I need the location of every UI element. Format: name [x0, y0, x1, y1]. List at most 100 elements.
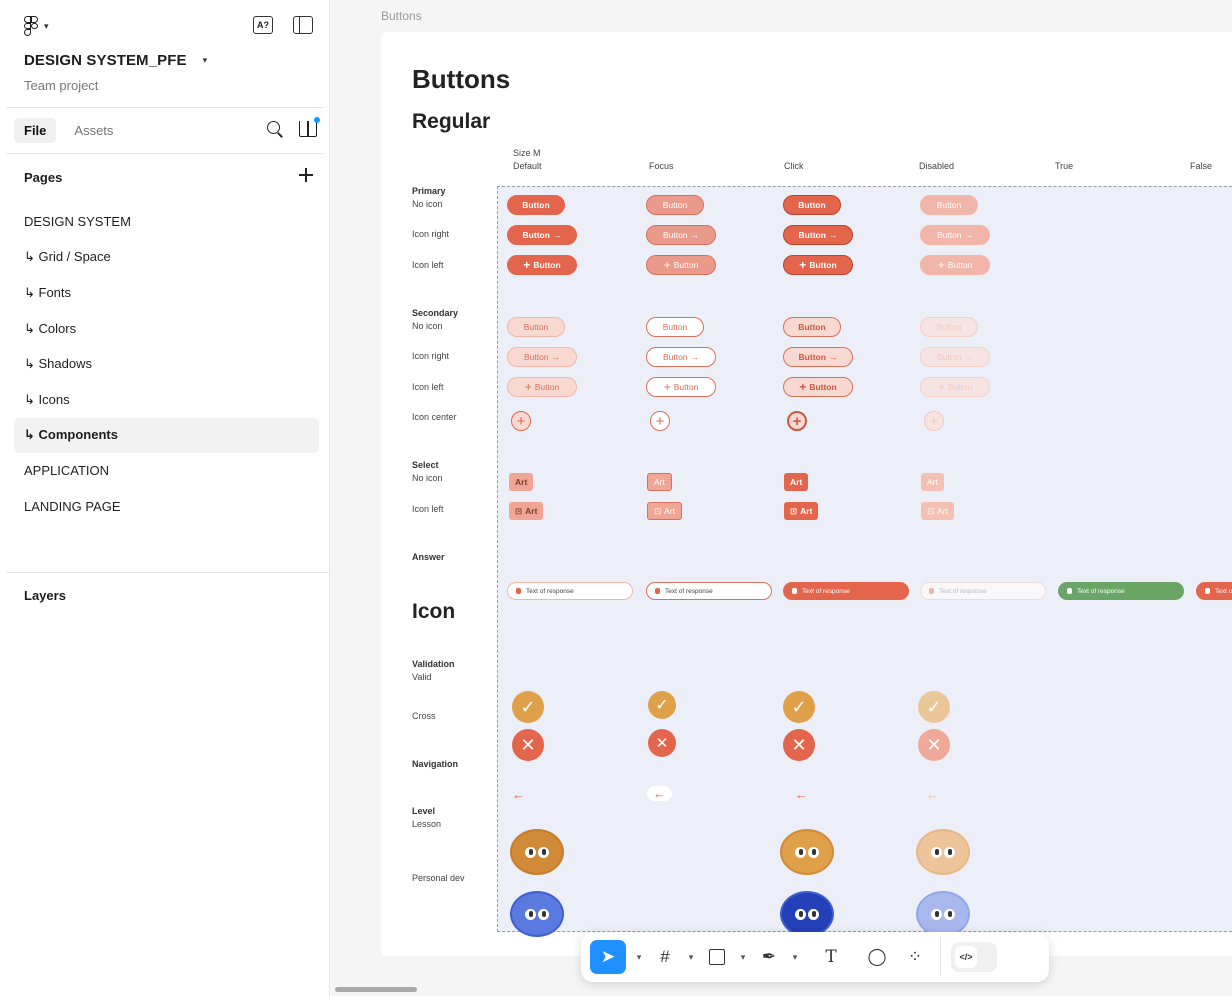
answer-true[interactable]: Text of response [1058, 582, 1184, 600]
arrow-left-icon[interactable]: ← [647, 786, 672, 801]
text-tool-button[interactable]: T [808, 940, 854, 974]
cross-icon[interactable]: ✕ [783, 729, 815, 761]
arrow-left-icon[interactable]: ← [926, 787, 939, 802]
answer-click[interactable]: Text of response [783, 582, 909, 600]
page-item-landing-page[interactable]: LANDING PAGE [14, 489, 319, 525]
project-team[interactable]: Team project [24, 78, 98, 93]
secondary-icon-left-disabled[interactable]: + Button [920, 377, 990, 397]
secondary-icon-left-default[interactable]: + Button [507, 377, 577, 397]
add-circle-icon[interactable]: + [650, 411, 670, 431]
check-icon[interactable]: ✓ [512, 691, 544, 723]
pen-tool-button[interactable]: ✒ [756, 940, 782, 974]
cross-icon[interactable]: ✕ [512, 729, 544, 761]
sidebar-toggle-icon[interactable] [293, 16, 313, 34]
ai-assistant-icon[interactable]: A? [253, 16, 273, 34]
eye-icon [944, 846, 955, 858]
secondary-icon-right-click[interactable]: Button → [783, 347, 853, 367]
check-icon[interactable]: ✓ [918, 691, 950, 723]
frame-label[interactable]: Buttons [381, 9, 422, 23]
page-item-components[interactable]: ↳ Components [14, 417, 319, 454]
shape-tool-button[interactable] [704, 940, 730, 974]
design-canvas[interactable]: Buttons Buttons Regular Size M Default F… [331, 0, 1232, 996]
add-circle-icon[interactable]: + [511, 411, 531, 431]
frame-tool-button[interactable]: # [652, 940, 678, 974]
personal-dev-badge[interactable] [918, 893, 968, 935]
arrow-left-icon[interactable]: ← [512, 787, 525, 802]
select-icon-left-disabled[interactable]: ⊡ Art [921, 502, 954, 520]
answer-disabled[interactable]: Text of response [920, 582, 1046, 600]
arrow-left-icon[interactable]: ← [795, 787, 808, 802]
chevron-down-icon[interactable]: ▾ [782, 952, 808, 963]
primary-button-focus[interactable]: Button [646, 195, 704, 215]
secondary-icon-right-default[interactable]: Button → [507, 347, 577, 367]
component-variants[interactable]: Button Button Button Button Button → Butt… [497, 186, 1232, 935]
chevron-down-icon[interactable]: ▾ [730, 952, 756, 963]
select-no-icon-focus[interactable]: Art [647, 473, 672, 491]
secondary-button-default[interactable]: Button [507, 317, 565, 337]
primary-icon-left-default[interactable]: + Button [507, 255, 577, 275]
secondary-icon-left-focus[interactable]: + Button [646, 377, 716, 397]
search-icon[interactable] [267, 121, 283, 137]
actions-button[interactable]: ⁘ [900, 940, 930, 974]
answer-false[interactable]: Text of response [1196, 582, 1232, 600]
tab-assets[interactable]: Assets [64, 118, 123, 143]
dev-mode-toggle[interactable]: </> [951, 942, 997, 972]
personal-dev-badge[interactable] [782, 893, 832, 935]
page-item-colors[interactable]: ↳ Colors [14, 311, 319, 347]
secondary-button-click[interactable]: Button [783, 317, 841, 337]
primary-button-default[interactable]: Button [507, 195, 565, 215]
primary-icon-right-disabled[interactable]: Button → [920, 225, 990, 245]
size-label: Size M [513, 148, 541, 158]
answer-default[interactable]: Text of response [507, 582, 633, 600]
select-no-icon-click[interactable]: Art [784, 473, 809, 491]
primary-icon-right-click[interactable]: Button → [783, 225, 853, 245]
tab-file[interactable]: File [14, 118, 57, 143]
cross-icon[interactable]: ✕ [918, 729, 950, 761]
select-icon-left-click[interactable]: ⊡ Art [784, 502, 819, 520]
primary-icon-left-click[interactable]: + Button [783, 255, 853, 275]
add-page-icon[interactable] [299, 168, 313, 182]
select-no-icon-default[interactable]: Art [509, 473, 534, 491]
secondary-button-focus[interactable]: Button [646, 317, 704, 337]
move-tool-button[interactable]: ➤ [590, 940, 626, 974]
level-lesson-badge[interactable] [512, 831, 562, 873]
page-item-fonts[interactable]: ↳ Fonts [14, 275, 319, 311]
project-name[interactable]: DESIGN SYSTEM_PFE ▾ [24, 52, 207, 69]
check-icon[interactable]: ✓ [783, 691, 815, 723]
page-item-design-system[interactable]: DESIGN SYSTEM [14, 204, 319, 240]
check-icon[interactable]: ✓ [648, 691, 676, 719]
buttons-frame[interactable]: Buttons Regular Size M Default Focus Cli… [381, 32, 1232, 956]
secondary-icon-right-focus[interactable]: Button → [646, 347, 716, 367]
library-icon[interactable] [299, 117, 320, 137]
secondary-icon-left-click[interactable]: + Button [783, 377, 853, 397]
add-circle-icon[interactable]: + [787, 411, 807, 431]
secondary-button-disabled[interactable]: Button [920, 317, 978, 337]
level-lesson-badge[interactable] [918, 831, 968, 873]
page-item-shadows[interactable]: ↳ Shadows [14, 346, 319, 382]
primary-icon-left-disabled[interactable]: + Button [920, 255, 990, 275]
select-no-icon-disabled[interactable]: Art [921, 473, 944, 491]
add-circle-icon[interactable]: + [924, 411, 944, 431]
level-lesson-badge[interactable] [782, 831, 832, 873]
page-item-grid-space[interactable]: ↳ Grid / Space [14, 240, 319, 276]
horizontal-scrollbar[interactable] [335, 987, 417, 992]
comment-tool-button[interactable]: ◯ [854, 940, 900, 974]
select-icon-left-default[interactable]: ⊡ Art [509, 502, 544, 520]
primary-icon-right-focus[interactable]: Button → [646, 225, 716, 245]
page-item-application[interactable]: APPLICATION [14, 453, 319, 489]
answer-focus[interactable]: Text of response [646, 582, 772, 600]
primary-icon-right-default[interactable]: Button → [507, 225, 577, 245]
primary-icon-left-focus[interactable]: + Button [646, 255, 716, 275]
main-menu-button[interactable]: ▾ [24, 16, 49, 36]
primary-button-disabled[interactable]: Button [920, 195, 978, 215]
personal-dev-badge[interactable] [512, 893, 562, 935]
cross-icon[interactable]: ✕ [648, 729, 676, 757]
chevron-down-icon[interactable]: ▾ [678, 952, 704, 963]
primary-button-click[interactable]: Button [783, 195, 841, 215]
select-icon-left-focus[interactable]: ⊡ Art [647, 502, 682, 520]
page-item-icons[interactable]: ↳ Icons [14, 382, 319, 418]
chevron-down-icon[interactable]: ▾ [626, 952, 652, 963]
row-label-icon-right: Icon right [412, 351, 450, 361]
secondary-icon-right-disabled[interactable]: Button → [920, 347, 990, 367]
eye-icon [808, 846, 819, 858]
